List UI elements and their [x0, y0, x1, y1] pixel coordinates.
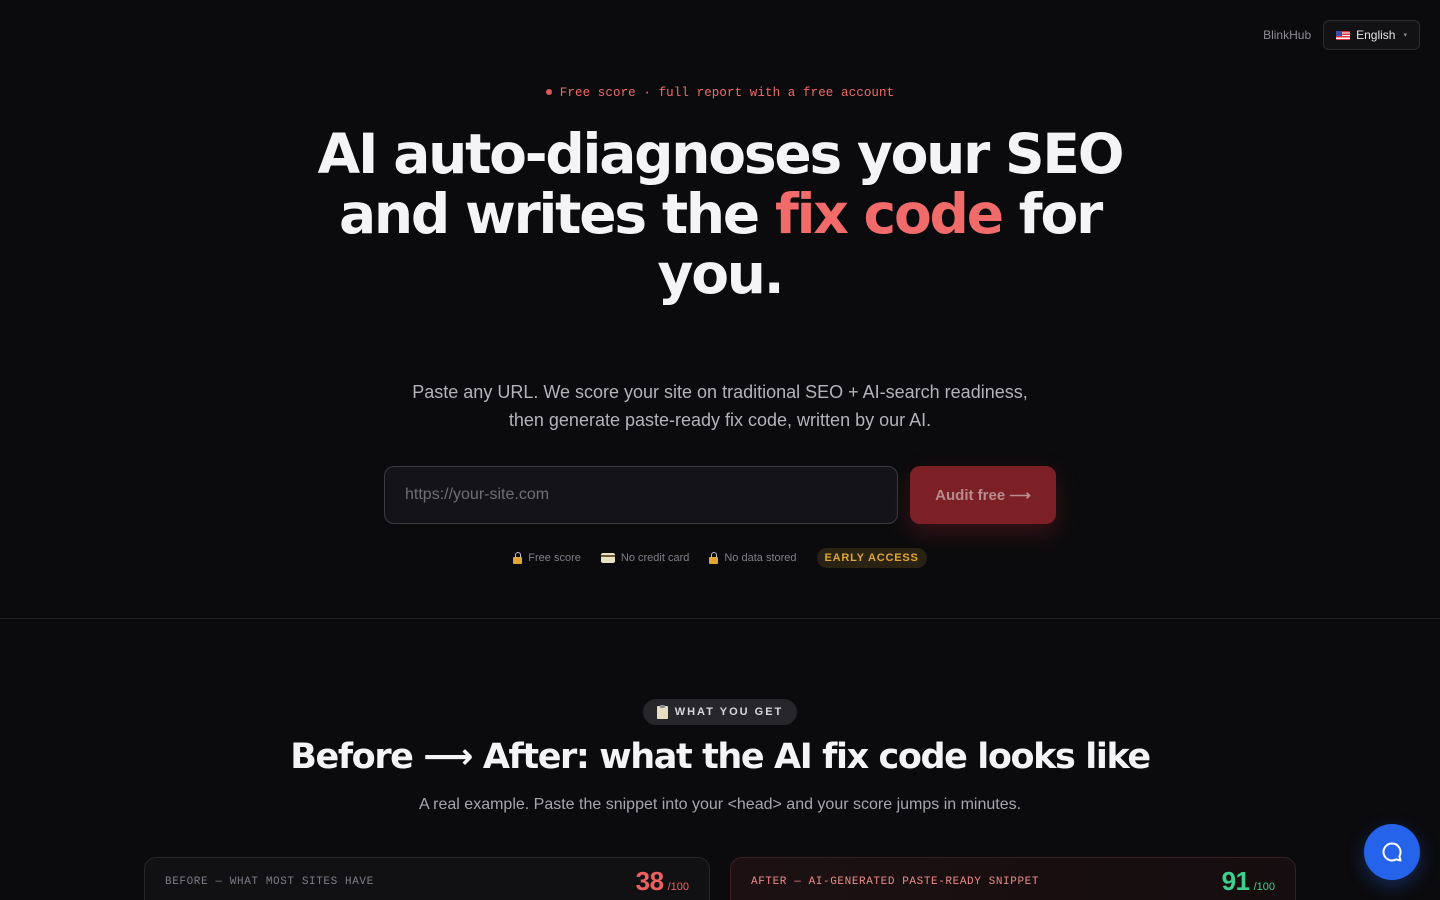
trust-item-free-score: Free score	[513, 551, 581, 564]
clipboard-icon	[656, 704, 668, 719]
after-score: 91 /100	[1222, 866, 1275, 897]
headline-line-2-start: and writes the	[338, 182, 760, 246]
section-title: Before ⟶ After: what the AI fix code loo…	[290, 737, 1151, 777]
trust-item-no-credit-card: No credit card	[600, 552, 690, 564]
audit-free-button[interactable]: Audit free ⟶	[910, 466, 1056, 524]
hero-subheading: Paste any URL. We score your site on tra…	[412, 382, 1028, 430]
before-score: 38 /100	[636, 866, 689, 897]
hero-eyebrow-text: Free score · full report with a free acc…	[559, 86, 895, 100]
status-dot-icon	[545, 89, 552, 95]
what-you-get-pill: WHAT YOU GET	[643, 699, 797, 725]
hero-eyebrow: Free score · full report with a free acc…	[0, 86, 1440, 100]
hero-section: Free score · full report with a free acc…	[0, 0, 1440, 619]
landing-page: BlinkHub English ▾ Free score · full rep…	[0, 0, 1440, 900]
after-score-max: /100	[1253, 881, 1275, 893]
section-subtitle: A real example. Paste the snippet into y…	[418, 796, 1022, 813]
trust-item-no-data-stored: No data stored	[709, 551, 797, 564]
before-card-label: BEFORE — WHAT MOST SITES HAVE	[165, 876, 374, 888]
trust-label: No credit card	[620, 552, 690, 564]
headline-line-1: AI auto-diagnoses your SEO	[317, 122, 1125, 186]
hero-headline: AI auto-diagnoses your SEO and writes th…	[300, 124, 1140, 304]
section-divider	[0, 618, 1440, 619]
trust-row: Free score No credit card No data stored…	[0, 548, 1440, 568]
pill-label: WHAT YOU GET	[674, 706, 784, 718]
url-input[interactable]	[384, 466, 898, 524]
headline-accent: fix code	[774, 182, 1004, 246]
before-score-max: /100	[667, 881, 689, 893]
chat-button[interactable]	[1364, 824, 1420, 880]
early-access-badge: EARLY ACCESS	[816, 548, 927, 568]
credit-card-icon	[600, 553, 615, 563]
after-card: AFTER — AI-GENERATED PASTE-READY SNIPPET…	[730, 857, 1296, 900]
after-score-value: 91	[1221, 866, 1250, 896]
before-score-value: 38	[635, 866, 664, 896]
lock-icon	[513, 551, 523, 564]
after-card-label: AFTER — AI-GENERATED PASTE-READY SNIPPET	[751, 876, 1040, 888]
lock-icon	[709, 551, 719, 564]
chat-bubble-icon	[1382, 842, 1402, 862]
before-card: BEFORE — WHAT MOST SITES HAVE 38 /100	[144, 857, 710, 900]
trust-label: No data stored	[724, 552, 797, 564]
trust-label: Free score	[528, 552, 581, 564]
